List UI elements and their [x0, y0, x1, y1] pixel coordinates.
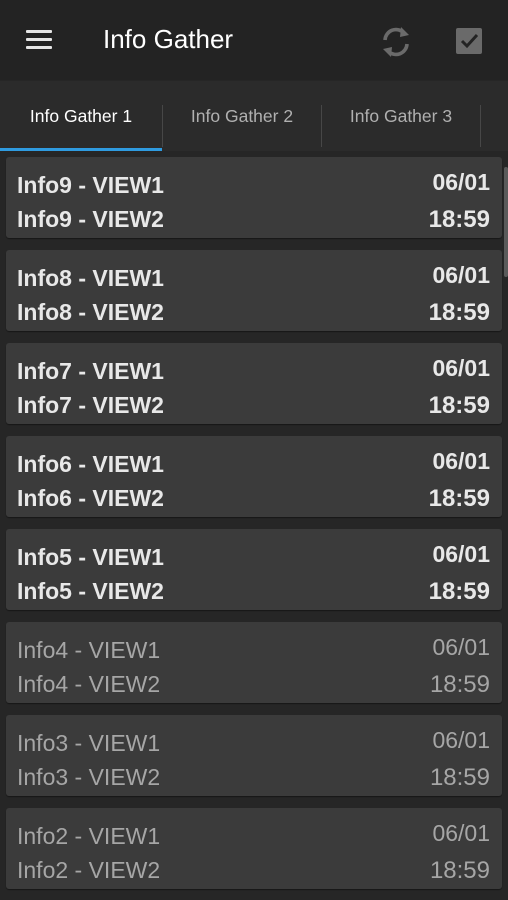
item-time: 18:59 — [429, 764, 490, 791]
item-view1-label: Info5 - VIEW1 — [17, 544, 164, 570]
refresh-icon[interactable] — [376, 22, 416, 62]
list-item[interactable]: Info6 - VIEW1 Info6 - VIEW2 06/01 18:59 — [6, 436, 502, 517]
list-item[interactable]: Info3 - VIEW1 Info3 - VIEW2 06/01 18:59 — [6, 715, 502, 796]
list-item[interactable]: Info7 - VIEW1 Info7 - VIEW2 06/01 18:59 — [6, 343, 502, 424]
list-item[interactable]: Info4 - VIEW1 Info4 - VIEW2 06/01 18:59 — [6, 622, 502, 703]
item-time: 18:59 — [428, 392, 490, 419]
item-view2-label: Info4 - VIEW2 — [17, 671, 161, 697]
item-date: 06/01 — [432, 820, 490, 846]
item-time: 18:59 — [428, 206, 490, 233]
item-view2-label: Info5 - VIEW2 — [17, 578, 164, 604]
list-item[interactable]: Info9 - VIEW1 Info9 - VIEW2 06/01 18:59 — [6, 157, 502, 238]
item-date: 06/01 — [432, 448, 490, 474]
tab-divider — [480, 105, 481, 147]
list-item[interactable]: Info8 - VIEW1 Info8 - VIEW2 06/01 18:59 — [6, 250, 502, 331]
item-view2-label: Info9 - VIEW2 — [17, 206, 164, 232]
tab-info-gather-3[interactable]: Info Gather 3 — [322, 81, 480, 151]
item-date: 06/01 — [432, 727, 490, 753]
tab-info-gather-2[interactable]: Info Gather 2 — [163, 81, 321, 151]
item-date: 06/01 — [432, 169, 490, 195]
tab-bar: Info Gather 1 Info Gather 2 Info Gather … — [0, 81, 508, 151]
item-view2-label: Info3 - VIEW2 — [17, 764, 161, 790]
checkbox-icon[interactable] — [450, 22, 490, 62]
hamburger-menu-icon[interactable] — [22, 26, 56, 54]
item-date: 06/01 — [432, 541, 490, 567]
scrollbar[interactable] — [504, 167, 508, 277]
info-list: Info9 - VIEW1 Info9 - VIEW2 06/01 18:59 … — [0, 151, 508, 900]
item-date: 06/01 — [432, 355, 490, 381]
item-view2-label: Info6 - VIEW2 — [17, 485, 164, 511]
list-item[interactable]: Info2 - VIEW1 Info2 - VIEW2 06/01 18:59 — [6, 808, 502, 889]
item-view2-label: Info8 - VIEW2 — [17, 299, 164, 325]
item-date: 06/01 — [432, 634, 490, 660]
item-time: 18:59 — [428, 578, 490, 605]
item-view2-label: Info2 - VIEW2 — [17, 857, 161, 883]
item-view1-label: Info8 - VIEW1 — [17, 265, 164, 291]
item-view1-label: Info3 - VIEW1 — [17, 730, 161, 756]
item-view1-label: Info9 - VIEW1 — [17, 172, 164, 198]
item-view1-label: Info2 - VIEW1 — [17, 823, 161, 849]
item-view1-label: Info4 - VIEW1 — [17, 637, 161, 663]
app-title: Info Gather — [103, 24, 234, 54]
item-date: 06/01 — [432, 262, 490, 288]
item-time: 18:59 — [428, 485, 490, 512]
item-view1-label: Info7 - VIEW1 — [17, 358, 164, 384]
item-view1-label: Info6 - VIEW1 — [17, 451, 164, 477]
tab-info-gather-1[interactable]: Info Gather 1 — [0, 81, 162, 151]
item-time: 18:59 — [429, 671, 490, 698]
item-time: 18:59 — [429, 857, 490, 884]
item-view2-label: Info7 - VIEW2 — [17, 392, 164, 418]
app-bar: Info Gather — [0, 0, 508, 80]
list-item[interactable]: Info5 - VIEW1 Info5 - VIEW2 06/01 18:59 — [6, 529, 502, 610]
item-time: 18:59 — [428, 299, 490, 326]
